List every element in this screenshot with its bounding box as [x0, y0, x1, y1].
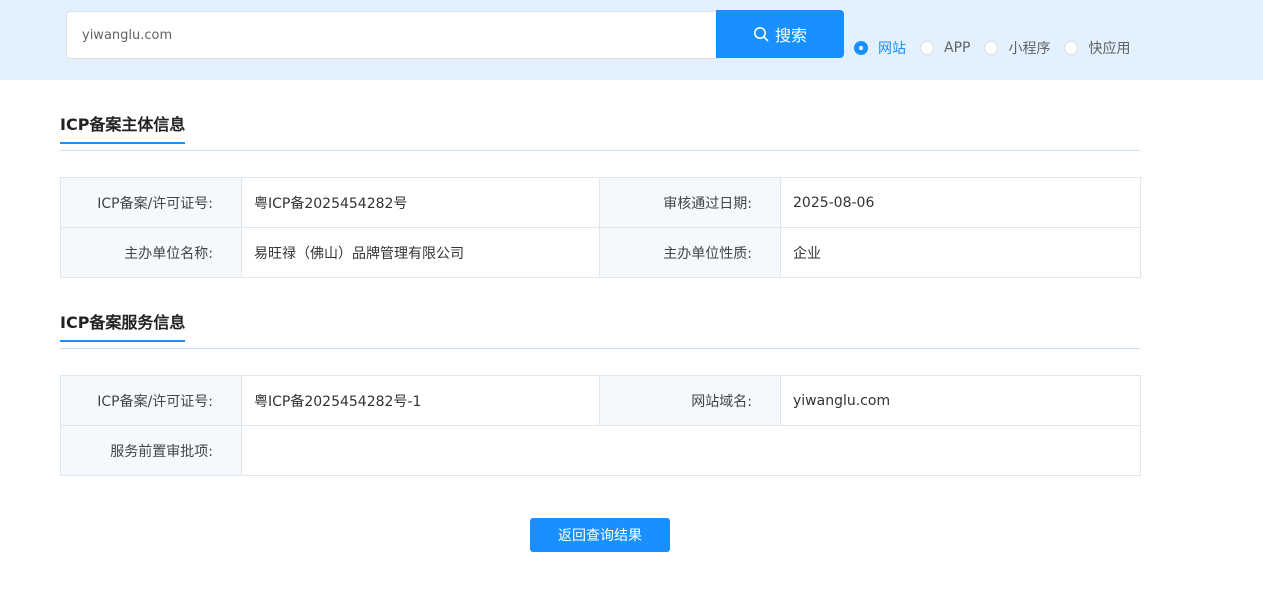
search-input[interactable] — [66, 11, 718, 59]
radio-dot-icon — [854, 41, 868, 55]
service-info-table: ICP备案/许可证号: 粤ICP备2025454282号-1 网站域名: yiw… — [60, 375, 1141, 476]
service-license-value: 粤ICP备2025454282号-1 — [241, 375, 600, 426]
table-row: 服务前置审批项: — [60, 425, 1141, 476]
approval-date-value: 2025-08-06 — [780, 177, 1141, 228]
approval-date-label: 审核通过日期: — [599, 177, 781, 228]
radio-website[interactable]: 网站 — [854, 38, 906, 58]
table-row: 主办单位名称: 易旺禄（佛山）品牌管理有限公司 主办单位性质: 企业 — [60, 227, 1141, 278]
radio-dot-icon — [920, 41, 934, 55]
service-section-title: ICP备案服务信息 — [60, 313, 186, 342]
section-divider — [60, 348, 1140, 349]
search-button[interactable]: 搜索 — [716, 10, 844, 58]
section-divider — [60, 150, 1140, 151]
type-radio-group: 网站 APP 小程序 快应用 — [854, 38, 1130, 58]
subject-section-title: ICP备案主体信息 — [60, 115, 186, 144]
license-value: 粤ICP备2025454282号 — [241, 177, 600, 228]
search-bar: 搜索 网站 APP 小程序 快应用 — [0, 0, 1263, 80]
organizer-type-value: 企业 — [780, 227, 1141, 278]
radio-dot-icon — [984, 41, 999, 55]
search-icon — [753, 27, 769, 42]
radio-app[interactable]: APP — [920, 40, 970, 56]
back-to-results-button[interactable]: 返回查询结果 — [530, 518, 670, 552]
license-label: ICP备案/许可证号: — [60, 177, 242, 228]
radio-dot-icon — [1064, 41, 1079, 55]
domain-label: 网站域名: — [599, 375, 781, 426]
organizer-type-label: 主办单位性质: — [599, 227, 781, 278]
domain-value: yiwanglu.com — [780, 375, 1141, 426]
organizer-name-value: 易旺禄（佛山）品牌管理有限公司 — [241, 227, 600, 278]
organizer-name-label: 主办单位名称: — [60, 227, 242, 278]
radio-mini-program[interactable]: 小程序 — [984, 38, 1050, 58]
table-row: ICP备案/许可证号: 粤ICP备2025454282号-1 网站域名: yiw… — [60, 375, 1141, 426]
radio-quick-app[interactable]: 快应用 — [1064, 38, 1130, 58]
pre-approval-value — [241, 425, 1141, 476]
service-license-label: ICP备案/许可证号: — [60, 375, 242, 426]
table-row: ICP备案/许可证号: 粤ICP备2025454282号 审核通过日期: 202… — [60, 177, 1141, 228]
subject-info-table: ICP备案/许可证号: 粤ICP备2025454282号 审核通过日期: 202… — [60, 177, 1141, 278]
search-button-label: 搜索 — [774, 26, 807, 45]
pre-approval-label: 服务前置审批项: — [60, 425, 242, 476]
